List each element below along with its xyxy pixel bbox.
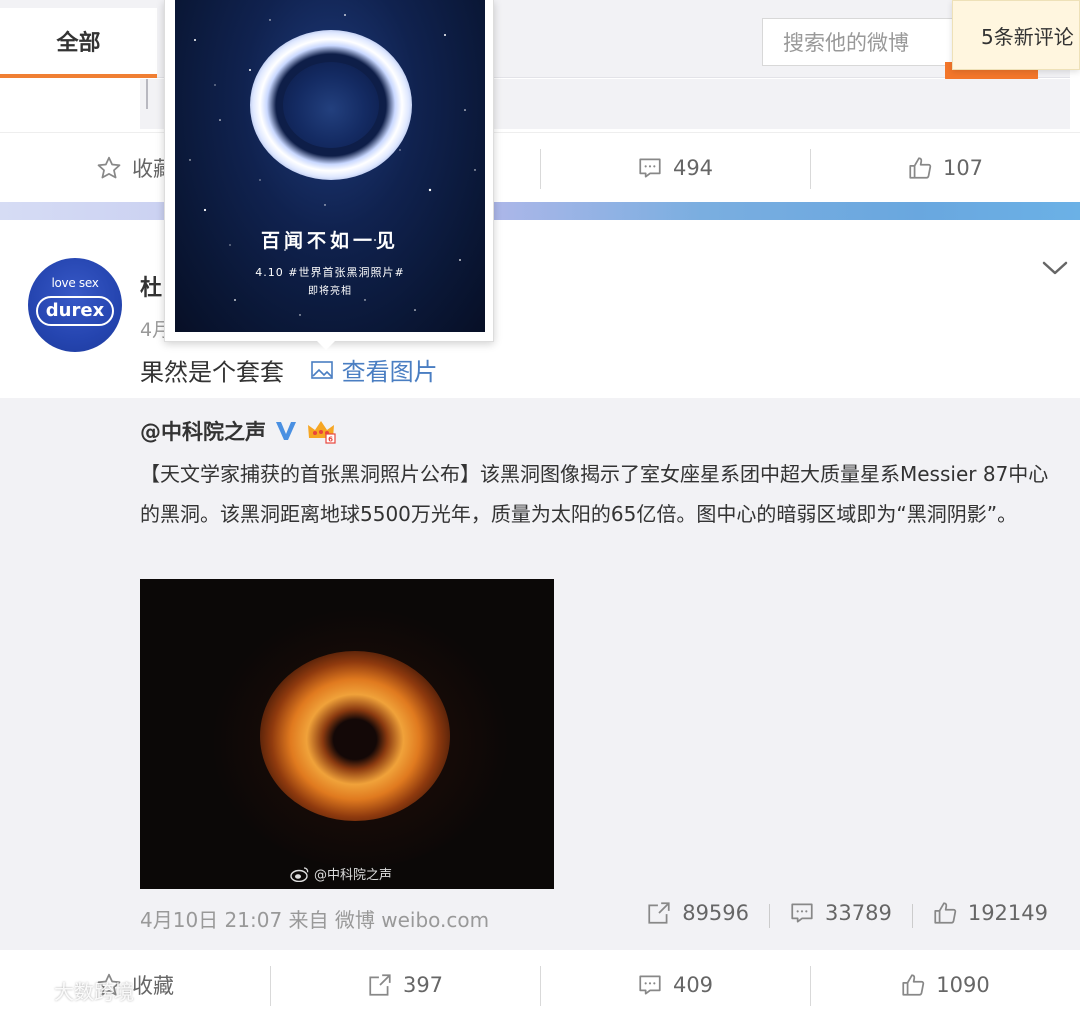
thumbs-up-icon	[902, 974, 925, 996]
new-comments-notice[interactable]: 5条新评论	[952, 0, 1080, 70]
like-button[interactable]: 1090	[810, 950, 1080, 1013]
poster-subtitle-2: 即将亮相	[308, 286, 352, 297]
comment-icon	[639, 975, 661, 995]
repost-count: 89596	[682, 901, 750, 925]
repost-stats: 89596 33789 192149	[626, 900, 1068, 928]
repost-icon	[369, 974, 391, 996]
feed-separator	[0, 202, 1080, 220]
repost-text: 【天文学家捕获的首张黑洞照片公布】该黑洞图像揭示了室女座星系团中超大质量星系Me…	[140, 462, 1049, 526]
black-hole-image[interactable]: @中科院之声	[140, 579, 554, 889]
repost-like-count: 192149	[967, 901, 1048, 925]
comment-icon	[639, 157, 661, 178]
verified-icon	[276, 422, 296, 440]
poster-title: 百闻不如一见	[260, 230, 399, 252]
repost-like-link[interactable]: 192149	[911, 900, 1068, 928]
avatar-brand: durex	[36, 296, 114, 326]
comment-count: 409	[672, 973, 714, 997]
view-image-link[interactable]: 查看图片	[310, 352, 438, 387]
wechat-logo-icon	[10, 979, 45, 1001]
thumbs-up-icon	[909, 156, 932, 179]
reposted-weibo: @中科院之声 6 【天文学家捕获的首张黑洞照片公布】该黑洞图像揭示了室女座星系团…	[0, 398, 1080, 950]
watermark-text: 大数跨境	[54, 980, 134, 1004]
image-icon	[310, 360, 333, 379]
favorite-label: 收藏	[132, 974, 174, 998]
avatar-tagline: love sex	[51, 276, 99, 290]
like-count: 107	[942, 155, 984, 180]
repost-comment-count: 33789	[825, 901, 892, 925]
crown-badge-icon: 6	[308, 421, 336, 444]
repost-comment-link[interactable]: 33789	[769, 900, 912, 928]
repost-button[interactable]: 397	[270, 950, 540, 1013]
chevron-down-icon[interactable]	[1040, 256, 1070, 280]
image-preview-popup[interactable]: 百闻不如一见 4.10 #世界首张黑洞照片# 即将亮相	[164, 0, 494, 342]
poster-image: 百闻不如一见 4.10 #世界首张黑洞照片# 即将亮相	[175, 0, 485, 332]
post-actions-bar: 收藏 397 409 1090	[0, 950, 1080, 1013]
svg-text:6: 6	[328, 436, 333, 444]
like-count: 1090	[936, 973, 990, 997]
repost-meta[interactable]: 4月10日 21:07 来自 微博 weibo.com	[140, 904, 489, 933]
top-header: 全部 搜索他的微博 5条新评论	[0, 0, 1080, 130]
star-icon	[97, 156, 121, 178]
like-button[interactable]: 107	[810, 133, 1080, 202]
repost-user-name: @中科院之声	[140, 420, 266, 444]
comment-count: 494	[672, 155, 714, 180]
poster-subtitle: 4.10 #世界首张黑洞照片#	[255, 266, 405, 279]
repost-icon	[648, 902, 670, 924]
black-hole-ring	[260, 651, 450, 821]
corner-watermark: 大数跨境	[8, 976, 134, 1005]
thumbs-up-icon	[934, 902, 957, 924]
view-image-label: 查看图片	[341, 358, 438, 386]
post-actions-bar: 收藏 494 107	[0, 132, 1080, 202]
avatar[interactable]: love sex durex	[28, 258, 122, 352]
comment-button[interactable]: 494	[540, 133, 810, 202]
repost-count-link[interactable]: 89596	[626, 900, 769, 926]
user-name[interactable]: 杜	[140, 270, 162, 302]
weibo-logo-icon	[290, 866, 309, 882]
post-text: 果然是个套套 查看图片	[140, 352, 438, 388]
search-input[interactable]: 搜索他的微博	[762, 18, 962, 66]
comment-button[interactable]: 409	[540, 950, 810, 1013]
divider	[146, 79, 148, 109]
tab-all[interactable]: 全部	[0, 8, 157, 78]
comment-icon	[791, 903, 813, 923]
black-hole-core-graphic	[283, 62, 379, 148]
image-watermark-text: @中科院之声	[314, 868, 393, 883]
repost-user[interactable]: @中科院之声 6	[140, 416, 336, 446]
repost-count: 397	[402, 973, 444, 997]
post-body: 果然是个套套	[140, 358, 284, 387]
popup-pointer	[316, 340, 336, 350]
image-watermark: @中科院之声	[290, 864, 392, 883]
